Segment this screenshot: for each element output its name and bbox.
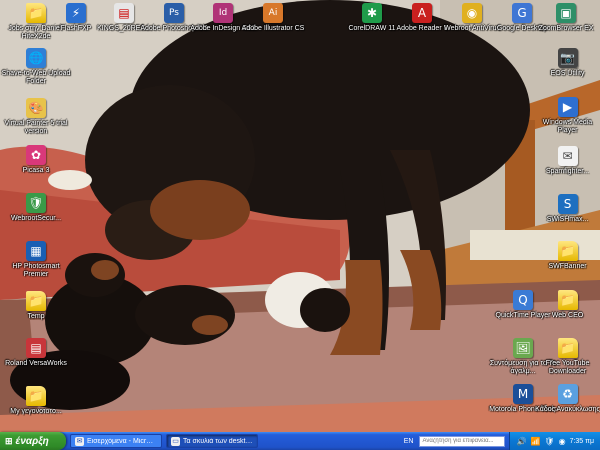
desktop-icon-hp-photosmart[interactable]: ▦ HP Photosmart Premier <box>0 241 72 279</box>
window-icon: ▭ <box>171 436 180 446</box>
desktop-icon-label: HP Photosmart Premier <box>12 263 60 278</box>
desktop-icon-web-ceo[interactable]: 📁 Web CEO <box>535 290 600 320</box>
security-icon[interactable]: 🛡 <box>544 437 554 446</box>
desktop[interactable]: 📁 Jobs στην Daniel-HiteX2de 🌐 Shave-to-W… <box>0 0 600 432</box>
desktop-icon-eos-utility[interactable]: 📷 EOS Utility <box>535 48 600 78</box>
desktop-icon-label: Roland VersaWorks <box>5 360 67 367</box>
google-icon: G <box>512 3 532 23</box>
printer-app-icon: ▤ <box>26 338 46 358</box>
desktop-icon-temp-folder[interactable]: 📁 Temp <box>0 291 72 321</box>
desktop-icon-label: Picasa 3 <box>22 167 50 174</box>
image-shortcut-icon: 🖼 <box>513 338 533 358</box>
folder-icon: 📁 <box>26 291 46 311</box>
antivirus-icon: ◉ <box>462 3 482 23</box>
outlook-icon: ✉ <box>75 436 84 446</box>
clock[interactable]: 7:35 πμ <box>570 438 594 445</box>
photo-app-icon: ▦ <box>26 241 46 261</box>
desktop-icon-label: SWFBanner <box>548 263 587 270</box>
desktop-icon-label: Shave-to-Web Upload Folder <box>1 70 71 85</box>
desktop-search-input[interactable] <box>419 435 506 447</box>
network-icon[interactable]: 📶 <box>530 437 540 446</box>
desktop-icon-spamfighter[interactable]: ✉ Spamfighter... <box>535 146 600 176</box>
desktop-icon-webroot-security[interactable]: 🛡 WebrootSecur... <box>0 193 72 223</box>
antivirus-tray-icon[interactable]: ◉ <box>559 437 566 446</box>
desktop-icon-label: SWiSHmax... <box>546 216 589 223</box>
desktop-icon-picasa[interactable]: ✿ Picasa 3 <box>0 145 72 175</box>
taskbar-item-label: Τα σκυλιά των deskto... <box>183 437 253 445</box>
taskbar-item-label: Εισερχόμενα - Micros... <box>87 437 157 445</box>
camera-browser-icon: ▣ <box>556 3 576 23</box>
globe-icon: 🌐 <box>26 48 46 68</box>
desktop-icon-illustrator[interactable]: Ai Adobe Illustrator CS <box>237 3 309 33</box>
desktop-icon-label: Windows Media Player <box>542 119 593 134</box>
desktop-icon-label: WebrootSecur... <box>10 215 62 222</box>
swish-icon: S <box>557 194 578 214</box>
palette-icon: 🎨 <box>26 98 46 118</box>
illustrator-icon: Ai <box>263 3 283 23</box>
lightning-icon: ⚡ <box>66 3 86 23</box>
desktop-icon-zoombrowser[interactable]: ▣ ZoomBrowser EX <box>532 3 600 33</box>
shield-icon: 🛡 <box>26 193 46 213</box>
folder-icon: 📁 <box>557 290 578 310</box>
desktop-icon-recycle-bin[interactable]: ♻ Κάδος Ανακύκλωσης <box>535 384 600 414</box>
windows-flag-icon: ⊞ <box>5 435 13 446</box>
desktop-icon-my-folder[interactable]: 📁 My γεγονοτοτο... <box>0 386 72 416</box>
taskbar-item-dogs-desktop[interactable]: ▭ Τα σκυλιά των deskto... <box>166 434 258 448</box>
desktop-icon-label: EOS Utility <box>550 70 585 77</box>
language-indicator[interactable]: EN <box>404 438 414 445</box>
system-tray: 🔊 📶 🛡 ◉ 7:35 πμ <box>509 432 600 450</box>
desktop-icon-label: Free YouTube Downloader <box>545 360 590 375</box>
motorola-icon: M <box>513 384 533 404</box>
desktop-icon-label: Temp <box>27 313 45 320</box>
coreldraw-icon: ✱ <box>362 3 382 23</box>
volume-icon[interactable]: 🔊 <box>516 437 526 446</box>
desktop-icon-roland-versaworks[interactable]: ▤ Roland VersaWorks <box>0 338 72 368</box>
desktop-icon-windows-media-player[interactable]: ▶ Windows Media Player <box>535 97 600 135</box>
folder-icon: 📁 <box>26 386 46 406</box>
desktop-icon-label: Adobe Illustrator CS <box>241 25 305 32</box>
desktop-icon-swishmax[interactable]: S SWiSHmax... <box>535 194 600 224</box>
play-icon: ▶ <box>557 97 578 117</box>
camera-icon: 📷 <box>557 48 578 68</box>
start-button[interactable]: ⊞ έναρξη <box>0 432 66 450</box>
desktop-icon-label: Web CEO <box>551 312 584 319</box>
taskbar: ⊞ έναρξη ✉ Εισερχόμενα - Micros... ▭ Τα … <box>0 432 600 450</box>
picasa-icon: ✿ <box>26 145 46 165</box>
desktop-icon-label: Spamfighter... <box>545 168 590 175</box>
desktop-icon-swfbanner[interactable]: 📁 SWFBanner <box>535 241 600 271</box>
pdf-icon: A <box>412 3 432 23</box>
desktop-icon-free-youtube-downloader[interactable]: 📁 Free YouTube Downloader <box>535 338 600 376</box>
indesign-icon: Id <box>213 3 233 23</box>
folder-icon: 📁 <box>557 241 578 261</box>
desktop-icon-shave-to-web[interactable]: 🌐 Shave-to-Web Upload Folder <box>0 48 72 86</box>
desktop-icon-label: My γεγονοτοτο... <box>10 408 62 415</box>
recycle-bin-icon: ♻ <box>557 384 578 404</box>
desktop-icon-label: Virtual Painter 5 trial version <box>4 120 68 135</box>
desktop-icon-virtual-painter[interactable]: 🎨 Virtual Painter 5 trial version <box>0 98 72 136</box>
folder-icon: 📁 <box>557 338 578 358</box>
mail-icon: ✉ <box>557 146 578 166</box>
photoshop-icon: Ps <box>164 3 184 23</box>
start-button-label: έναρξη <box>15 435 49 447</box>
quicktime-icon: Q <box>513 290 533 310</box>
document-icon: ▤ <box>114 3 134 23</box>
desktop-icon-label: Κάδος Ανακύκλωσης <box>535 406 600 413</box>
desktop-icon-label: ZoomBrowser EX <box>538 25 594 32</box>
taskbar-item-inbox[interactable]: ✉ Εισερχόμενα - Micros... <box>70 434 162 448</box>
